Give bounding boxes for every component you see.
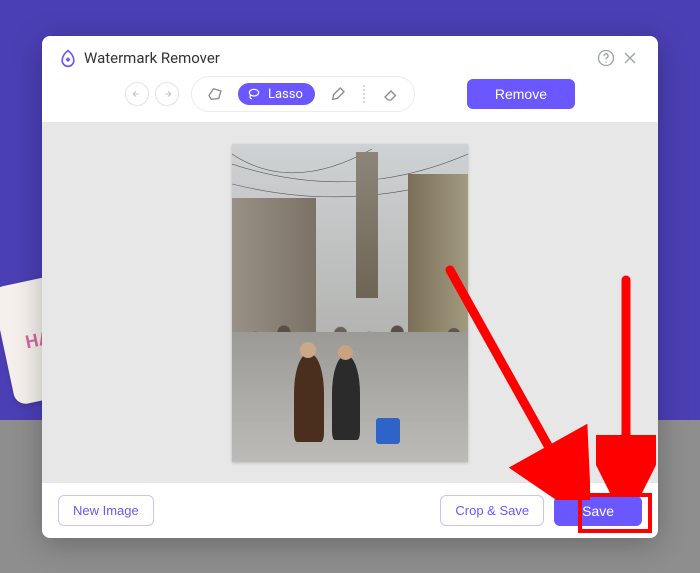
lasso-label: Lasso [268,87,303,102]
toolbar: Lasso Remove [42,76,658,122]
footer: New Image Crop & Save Save [42,483,658,538]
remove-button[interactable]: Remove [467,79,575,109]
eraser-tool[interactable] [378,81,404,107]
undo-button[interactable] [125,82,149,106]
new-image-button[interactable]: New Image [58,495,154,526]
app-title: Watermark Remover [84,49,220,67]
app-panel: Watermark Remover [42,36,658,538]
tool-divider [363,85,366,103]
titlebar: Watermark Remover [42,36,658,76]
app-logo-icon [58,48,78,68]
history-controls [125,82,179,106]
crop-save-button[interactable]: Crop & Save [440,495,544,526]
redo-button[interactable] [155,82,179,106]
help-button[interactable] [594,46,618,70]
selection-tools: Lasso [191,76,415,112]
canvas-area[interactable] [42,122,658,483]
brush-tool[interactable] [325,81,351,107]
polygon-tool[interactable] [202,81,228,107]
lasso-tool[interactable]: Lasso [238,83,315,105]
stage: HA Watermark Remover [0,0,700,573]
close-button[interactable] [618,46,642,70]
save-button[interactable]: Save [554,496,642,526]
working-image[interactable] [232,144,468,462]
